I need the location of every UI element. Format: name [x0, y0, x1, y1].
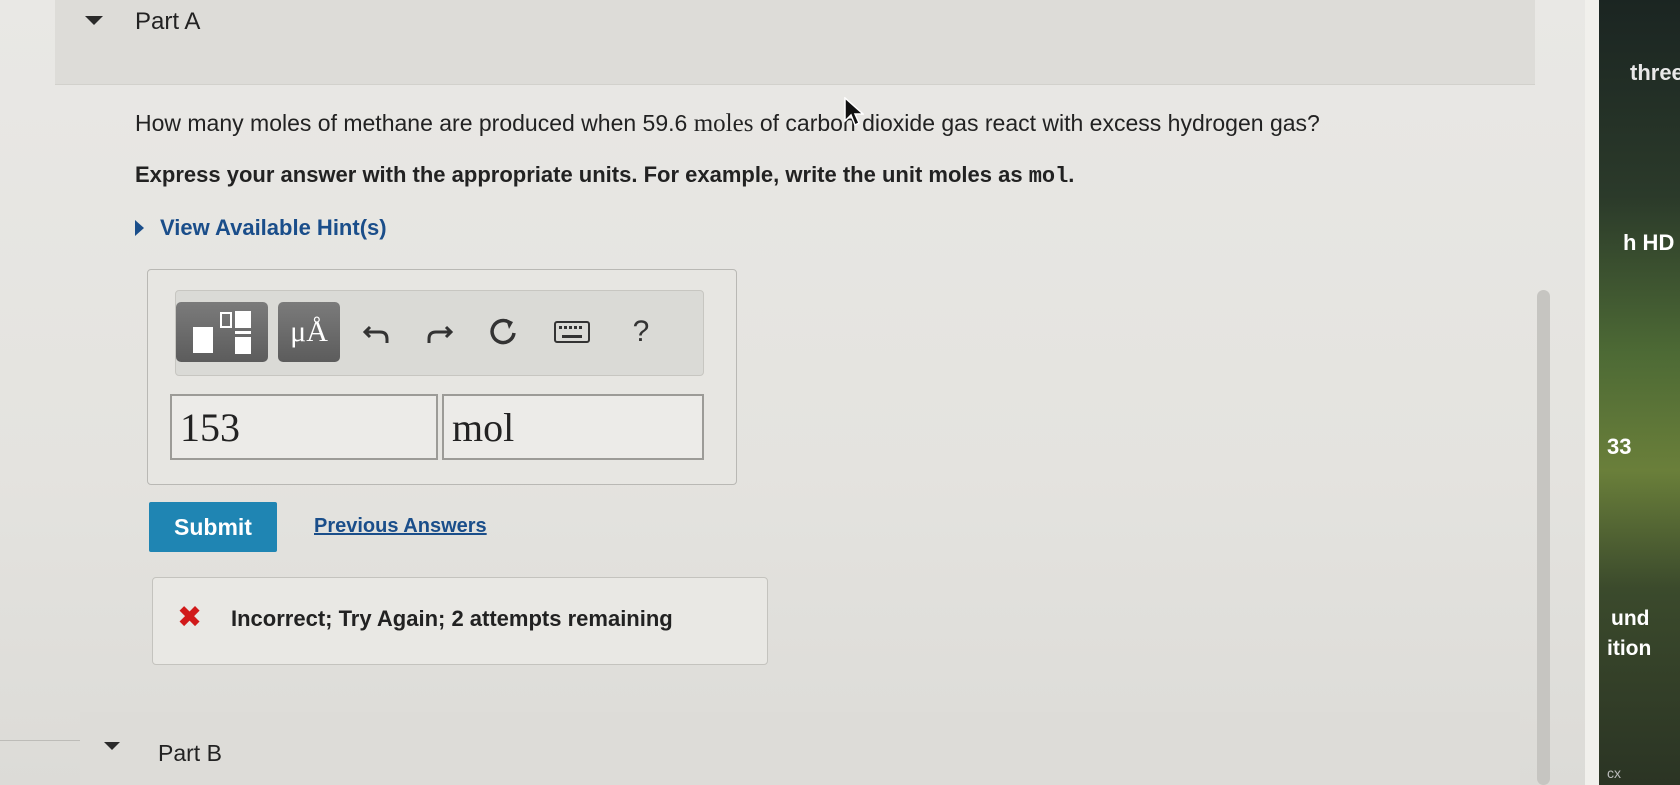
help-label: ?: [632, 315, 650, 348]
mouse-pointer-icon: [844, 97, 864, 127]
answer-box: μÅ ? 153 mol: [147, 269, 737, 485]
view-hints-toggle[interactable]: View Available Hint(s): [135, 215, 387, 241]
help-icon[interactable]: ?: [615, 302, 667, 362]
submit-button[interactable]: Submit: [149, 502, 277, 552]
previous-answers-link[interactable]: Previous Answers: [314, 515, 487, 538]
keyboard-icon[interactable]: [546, 302, 598, 362]
page: Part A How many moles of methane are pro…: [0, 0, 1585, 785]
undo-glyph: [362, 325, 389, 343]
expand-caret-icon: [135, 220, 144, 236]
collapse-caret-icon[interactable]: [85, 16, 103, 25]
part-b-header[interactable]: Part B: [80, 712, 1520, 785]
feedback-box: ✖ Incorrect; Try Again; 2 attempts remai…: [152, 577, 768, 665]
side-text-4: und: [1611, 607, 1650, 630]
part-b-title: Part B: [158, 740, 222, 766]
template-glyph: [193, 311, 251, 354]
instruction-code: mol: [1028, 164, 1069, 189]
side-text-5: ition: [1607, 637, 1652, 660]
units-label: μÅ: [290, 315, 328, 348]
question-text: How many moles of methane are produced w…: [135, 110, 1320, 138]
divider: [0, 740, 90, 741]
answer-value-input[interactable]: 153: [170, 394, 438, 460]
template-icon[interactable]: [176, 302, 268, 362]
instruction-text: Express your answer with the appropriate…: [135, 162, 1023, 187]
part-a-title: Part A: [135, 8, 201, 35]
math-toolbar: μÅ ?: [175, 290, 704, 376]
reset-glyph: [490, 318, 516, 345]
keyboard-glyph: [554, 321, 590, 343]
error-x-icon: ✖: [177, 601, 203, 634]
part-a-header[interactable]: Part A: [55, 0, 1535, 85]
undo-icon[interactable]: [351, 302, 403, 362]
background-window: three h HD 33 und ition cx: [1585, 0, 1680, 785]
units-icon[interactable]: μÅ: [278, 302, 340, 362]
scrollbar[interactable]: [1537, 290, 1550, 785]
redo-glyph: [427, 325, 454, 343]
collapse-caret-icon[interactable]: [104, 742, 120, 750]
answer-instruction: Express your answer with the appropriate…: [135, 162, 1074, 189]
question-unit-word: moles: [693, 110, 754, 137]
reset-icon[interactable]: [477, 302, 529, 362]
redo-icon[interactable]: [413, 302, 465, 362]
side-text-6: cx: [1607, 765, 1621, 781]
window-frame: [1585, 0, 1599, 785]
side-text-2: h HD: [1623, 230, 1675, 255]
question-prefix: How many moles of methane are produced w…: [135, 110, 688, 136]
side-text-3: 33: [1607, 434, 1632, 459]
answer-unit-input[interactable]: mol: [442, 394, 704, 460]
feedback-text: Incorrect; Try Again; 2 attempts remaini…: [231, 606, 673, 631]
instruction-end: .: [1068, 162, 1075, 187]
view-hints-label[interactable]: View Available Hint(s): [160, 215, 387, 241]
side-text-1: three: [1630, 60, 1680, 85]
